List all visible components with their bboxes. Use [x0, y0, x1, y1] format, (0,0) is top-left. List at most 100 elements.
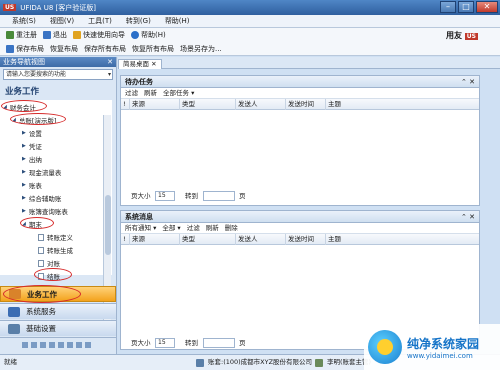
save-scene-as-button[interactable]: 场景另存为...	[180, 44, 222, 54]
delete-button[interactable]: 删除	[225, 223, 238, 233]
annotation-circle	[3, 285, 81, 303]
tree-scrollbar[interactable]	[103, 115, 111, 335]
filter-button[interactable]: 过滤	[125, 88, 138, 98]
help-button[interactable]: 帮助(H)	[131, 30, 166, 40]
restore-all-layouts-button[interactable]: 恢复所有布局	[132, 44, 174, 54]
tree-item-transfer-gen[interactable]: 转账生成	[38, 245, 73, 255]
messages-actions: 所有通知 ▾ 全部 ▾ 过滤 刷新 删除	[121, 223, 479, 234]
user-info: 李明(账套主管)	[315, 355, 371, 370]
column-header[interactable]: 主题	[325, 99, 341, 110]
document-icon	[38, 259, 44, 267]
menu-view[interactable]: 视图(V)	[50, 16, 74, 26]
chevron-down-icon[interactable]: ▾	[108, 70, 111, 79]
annotation-circle	[20, 217, 54, 229]
main-toolbar: 重注册 退出 快速使用向导 帮助(H)	[0, 28, 500, 42]
watermark: 纯净系统家园 www.yidaimei.com	[364, 324, 500, 370]
column-header[interactable]: 类型	[179, 234, 195, 245]
exit-button[interactable]: 退出	[43, 30, 67, 40]
help-icon	[131, 31, 139, 39]
all-dropdown[interactable]: 全部 ▾	[162, 223, 180, 233]
refresh-button[interactable]: 刷新	[206, 223, 219, 233]
brand-logo: 用友 US	[446, 31, 478, 40]
tree-item-settings[interactable]: ▶ 设置	[22, 128, 42, 138]
restore-layout-button[interactable]: 恢复布局	[50, 44, 78, 54]
system-icon	[8, 306, 20, 317]
page-size-input[interactable]: 15	[155, 338, 175, 348]
tree-item-cashier[interactable]: ▶ 出纳	[22, 154, 42, 164]
column-header[interactable]: 来源	[129, 234, 145, 245]
nav-panel-header: 业务导航视图 ✕	[0, 57, 116, 67]
menu-system[interactable]: 系统(S)	[12, 16, 36, 26]
goto-page-input[interactable]	[203, 338, 235, 348]
column-header[interactable]: 来源	[129, 99, 145, 110]
tasks-table-header: ! 来源 类型 发送人 发送时间 主题	[121, 99, 479, 110]
status-text: 就绪	[4, 358, 17, 366]
flag-column: !	[123, 235, 126, 243]
collapsed-triangle-icon: ▶	[22, 156, 26, 162]
mini-icon[interactable]	[40, 341, 46, 348]
reregister-button[interactable]: 重注册	[6, 30, 37, 40]
close-icon[interactable]: ✕	[107, 57, 113, 67]
panel-controls[interactable]: ⌃ ✕	[461, 211, 475, 223]
annotation-circle	[10, 113, 66, 125]
column-header[interactable]: 主题	[325, 234, 341, 245]
tree-item-transfer-def[interactable]: 转账定义	[38, 232, 73, 242]
save-layout-button[interactable]: 保存布局	[6, 44, 44, 54]
column-header[interactable]: 发送人	[235, 99, 258, 110]
menu-help[interactable]: 帮助(H)	[165, 16, 190, 26]
refresh-button[interactable]: 刷新	[144, 88, 157, 98]
goto-page-input[interactable]	[203, 191, 235, 201]
all-notices-dropdown[interactable]: 所有通知 ▾	[125, 223, 156, 233]
scroll-thumb[interactable]	[105, 195, 111, 255]
app-logo: US	[3, 4, 17, 11]
tree-item-cashflow[interactable]: ▶ 现金流量表	[22, 167, 61, 177]
nav-base-settings[interactable]: 基础设置	[0, 320, 116, 336]
all-tasks-dropdown[interactable]: 全部任务 ▾	[163, 88, 194, 98]
navigation-panel: 业务导航视图 ✕ 请输入您要搜索的功能 ▾ 业务工作 ◢ 财务会计 ◢ 总账[演示版] …	[0, 57, 117, 354]
page-size-input[interactable]: 15	[155, 191, 175, 201]
tasks-actions: 过滤 刷新 全部任务 ▾	[121, 88, 479, 99]
column-header[interactable]: 发送时间	[285, 99, 314, 110]
collapsed-triangle-icon: ▶	[22, 169, 26, 175]
document-icon	[38, 246, 44, 254]
watermark-logo-icon	[368, 330, 402, 364]
nav-system-service[interactable]: 系统服务	[0, 303, 116, 319]
window-title: UFIDA U8 [客户验证版]	[20, 3, 96, 12]
mini-icon[interactable]	[76, 341, 82, 348]
tree-item-voucher[interactable]: ▶ 凭证	[22, 141, 42, 151]
user-icon	[315, 358, 323, 367]
panel-controls[interactable]: ⌃ ✕	[461, 76, 475, 88]
mini-icon[interactable]	[85, 341, 91, 348]
mini-icon[interactable]	[67, 341, 73, 348]
maximize-button[interactable]: □	[458, 1, 474, 13]
mini-icon[interactable]	[49, 341, 55, 348]
account-info: 账套:(100)成都市XYZ股份有限公司	[196, 355, 312, 370]
tree-item-reconcile[interactable]: 对账	[38, 258, 60, 268]
tab-simple-desktop[interactable]: 简易桌面 ✕	[118, 59, 162, 69]
column-header[interactable]: 发送时间	[285, 234, 314, 245]
quick-wizard-button[interactable]: 快速使用向导	[73, 30, 125, 40]
mini-icon[interactable]	[22, 341, 28, 348]
tree-item-aux-ledger[interactable]: ▶ 综合辅助账	[22, 193, 61, 203]
column-header[interactable]: 发送人	[235, 234, 258, 245]
close-icon[interactable]: ✕	[151, 60, 156, 68]
function-search-input[interactable]: 请输入您要搜索的功能 ▾	[3, 69, 113, 80]
filter-button[interactable]: 过滤	[187, 223, 200, 233]
database-icon	[196, 358, 204, 367]
tree-item-ledger-query[interactable]: ▶ 账簿查询账表	[22, 206, 68, 216]
close-button[interactable]: ✕	[476, 1, 498, 13]
tab-strip: 简易桌面 ✕	[118, 57, 500, 69]
minimize-button[interactable]: –	[440, 1, 456, 13]
section-title: 业务工作	[5, 87, 40, 97]
save-all-layouts-button[interactable]: 保存所有布局	[84, 44, 126, 54]
mini-icon[interactable]	[58, 341, 64, 348]
column-header[interactable]: 类型	[179, 99, 195, 110]
menu-tools[interactable]: 工具(T)	[88, 16, 112, 26]
mini-toolbar	[0, 337, 116, 351]
menu-goto[interactable]: 转到(G)	[126, 16, 151, 26]
collapsed-triangle-icon: ▶	[22, 182, 26, 188]
title-bar: US UFIDA U8 [客户验证版] – □ ✕	[0, 0, 500, 15]
tree-item-reports[interactable]: ▶ 账表	[22, 180, 42, 190]
mini-icon[interactable]	[31, 341, 37, 348]
collapsed-triangle-icon: ▶	[22, 130, 26, 136]
